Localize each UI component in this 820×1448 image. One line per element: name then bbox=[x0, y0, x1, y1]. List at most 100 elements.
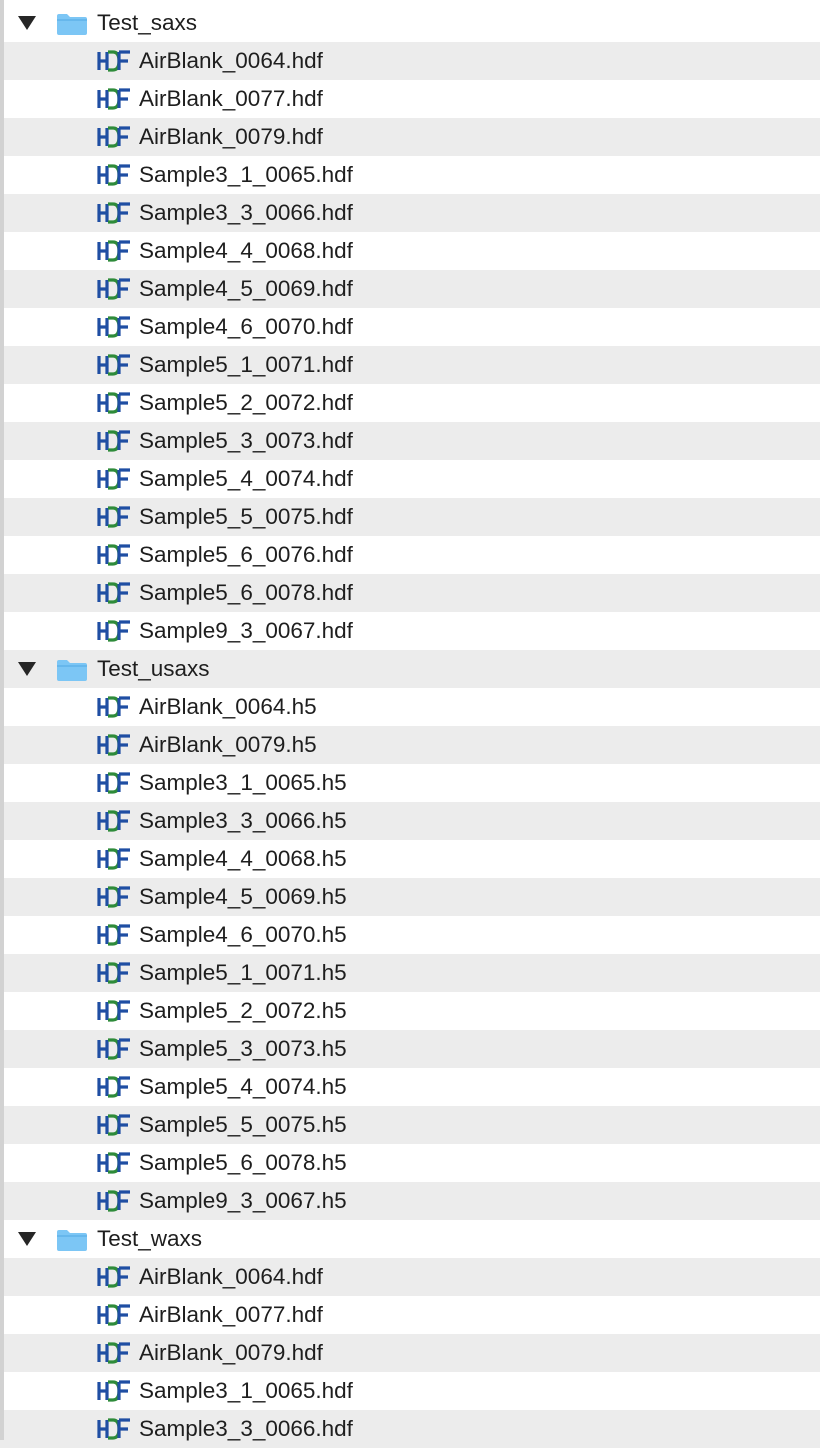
hdf-file-icon bbox=[97, 962, 130, 984]
hdf-file-icon bbox=[97, 1380, 130, 1402]
file-row[interactable]: AirBlank_0079.hdf bbox=[0, 118, 820, 156]
file-name: Sample3_3_0066.hdf bbox=[139, 200, 353, 225]
file-name: Sample5_5_0075.h5 bbox=[139, 1112, 347, 1137]
file-name: Sample5_4_0074.h5 bbox=[139, 1074, 347, 1099]
folder-icon bbox=[57, 660, 87, 681]
hdf-file-icon bbox=[97, 886, 130, 908]
file-row[interactable]: Sample4_4_0068.h5 bbox=[0, 840, 820, 878]
file-row[interactable]: Sample5_3_0073.hdf bbox=[0, 422, 820, 460]
file-row[interactable]: AirBlank_0064.h5 bbox=[0, 688, 820, 726]
file-row[interactable]: Sample5_3_0073.h5 bbox=[0, 1030, 820, 1068]
file-row[interactable]: Sample3_3_0066.h5 bbox=[0, 802, 820, 840]
file-name: Sample5_1_0071.h5 bbox=[139, 960, 347, 985]
hdf-file-icon bbox=[97, 544, 130, 566]
disclosure-triangle-icon[interactable] bbox=[18, 1232, 36, 1246]
hdf-file-icon bbox=[97, 354, 130, 376]
hdf-file-icon bbox=[97, 202, 130, 224]
file-name: Sample9_3_0067.h5 bbox=[139, 1188, 347, 1213]
file-row[interactable]: Sample5_1_0071.h5 bbox=[0, 954, 820, 992]
hdf-file-icon bbox=[97, 126, 130, 148]
file-row[interactable]: Sample3_3_0066.hdf bbox=[0, 1410, 820, 1448]
disclosure-triangle-icon[interactable] bbox=[18, 662, 36, 676]
file-name: Sample5_3_0073.h5 bbox=[139, 1036, 347, 1061]
hdf-file-icon bbox=[97, 1038, 130, 1060]
file-row[interactable]: Sample4_4_0068.hdf bbox=[0, 232, 820, 270]
file-name: AirBlank_0079.hdf bbox=[139, 124, 323, 149]
file-row[interactable]: Sample5_1_0071.hdf bbox=[0, 346, 820, 384]
file-name: Sample3_1_0065.hdf bbox=[139, 162, 353, 187]
folder-name: Test_waxs bbox=[97, 1226, 203, 1251]
file-name: Sample4_4_0068.h5 bbox=[139, 846, 347, 871]
file-row[interactable]: Sample3_1_0065.hdf bbox=[0, 156, 820, 194]
hdf-file-icon bbox=[97, 1114, 130, 1136]
hdf-file-icon bbox=[97, 1342, 130, 1364]
file-row[interactable]: Sample5_2_0072.h5 bbox=[0, 992, 820, 1030]
hdf-file-icon bbox=[97, 924, 130, 946]
file-name: AirBlank_0064.hdf bbox=[139, 1264, 323, 1289]
folder-icon bbox=[57, 14, 87, 35]
file-row[interactable]: Sample3_1_0065.hdf bbox=[0, 1372, 820, 1410]
file-row[interactable]: AirBlank_0064.hdf bbox=[0, 1258, 820, 1296]
hdf-file-icon bbox=[97, 772, 130, 794]
hdf-file-icon bbox=[97, 1304, 130, 1326]
hdf-file-icon bbox=[97, 1152, 130, 1174]
file-row[interactable]: Sample9_3_0067.h5 bbox=[0, 1182, 820, 1220]
folder-name: Test_saxs bbox=[97, 10, 198, 35]
disclosure-triangle-icon[interactable] bbox=[18, 16, 36, 30]
file-name: Sample3_1_0065.hdf bbox=[139, 1378, 353, 1403]
file-row[interactable]: AirBlank_0079.h5 bbox=[0, 726, 820, 764]
file-name: AirBlank_0077.hdf bbox=[139, 86, 323, 111]
folder-row[interactable]: Test_saxs bbox=[0, 4, 820, 42]
file-name: AirBlank_0064.hdf bbox=[139, 48, 323, 73]
hdf-file-icon bbox=[97, 1000, 130, 1022]
file-row[interactable]: Sample5_6_0076.hdf bbox=[0, 536, 820, 574]
file-row[interactable]: AirBlank_0079.hdf bbox=[0, 1334, 820, 1372]
file-name: Sample4_6_0070.hdf bbox=[139, 314, 353, 339]
hdf-file-icon bbox=[97, 810, 130, 832]
hdf-file-icon bbox=[97, 88, 130, 110]
file-row[interactable]: Sample4_5_0069.hdf bbox=[0, 270, 820, 308]
hdf-file-icon bbox=[97, 316, 130, 338]
file-row[interactable]: Sample5_4_0074.h5 bbox=[0, 1068, 820, 1106]
file-name: Sample3_1_0065.h5 bbox=[139, 770, 347, 795]
file-row[interactable]: Sample4_6_0070.hdf bbox=[0, 308, 820, 346]
hdf-file-icon bbox=[97, 240, 130, 262]
file-row[interactable]: Sample5_6_0078.hdf bbox=[0, 574, 820, 612]
file-row[interactable]: Sample5_5_0075.h5 bbox=[0, 1106, 820, 1144]
file-name: Sample5_6_0078.h5 bbox=[139, 1150, 347, 1175]
file-browser-tree: Test_saxs AirBlank_0064.hdf AirBlank_0077.… bbox=[0, 4, 820, 1448]
file-name: Sample4_5_0069.hdf bbox=[139, 276, 353, 301]
folder-row[interactable]: Test_waxs bbox=[0, 1220, 820, 1258]
hdf-file-icon bbox=[97, 468, 130, 490]
file-name: Sample4_4_0068.hdf bbox=[139, 238, 353, 263]
file-name: Sample4_5_0069.h5 bbox=[139, 884, 347, 909]
hdf-file-icon bbox=[97, 164, 130, 186]
file-name: Sample5_1_0071.hdf bbox=[139, 352, 353, 377]
file-row[interactable]: Sample4_5_0069.h5 bbox=[0, 878, 820, 916]
file-name: Sample5_4_0074.hdf bbox=[139, 466, 353, 491]
hdf-file-icon bbox=[97, 278, 130, 300]
window-left-edge bbox=[0, 0, 4, 1440]
file-row[interactable]: Sample5_5_0075.hdf bbox=[0, 498, 820, 536]
hdf-file-icon bbox=[97, 1190, 130, 1212]
file-row[interactable]: Sample5_2_0072.hdf bbox=[0, 384, 820, 422]
hdf-file-icon bbox=[97, 1266, 130, 1288]
file-row[interactable]: Sample5_6_0078.h5 bbox=[0, 1144, 820, 1182]
hdf-file-icon bbox=[97, 696, 130, 718]
file-row[interactable]: AirBlank_0077.hdf bbox=[0, 1296, 820, 1334]
folder-row[interactable]: Test_usaxs bbox=[0, 650, 820, 688]
file-row[interactable]: Sample3_1_0065.h5 bbox=[0, 764, 820, 802]
file-row[interactable]: Sample9_3_0067.hdf bbox=[0, 612, 820, 650]
file-name: Sample5_5_0075.hdf bbox=[139, 504, 353, 529]
file-row[interactable]: Sample3_3_0066.hdf bbox=[0, 194, 820, 232]
file-name: Sample5_2_0072.h5 bbox=[139, 998, 347, 1023]
file-row[interactable]: Sample4_6_0070.h5 bbox=[0, 916, 820, 954]
file-row[interactable]: AirBlank_0077.hdf bbox=[0, 80, 820, 118]
file-row[interactable]: Sample5_4_0074.hdf bbox=[0, 460, 820, 498]
folder-icon bbox=[57, 1230, 87, 1251]
hdf-file-icon bbox=[97, 1076, 130, 1098]
file-name: Sample5_2_0072.hdf bbox=[139, 390, 353, 415]
file-name: Sample3_3_0066.h5 bbox=[139, 808, 347, 833]
file-name: Sample5_6_0076.hdf bbox=[139, 542, 353, 567]
file-row[interactable]: AirBlank_0064.hdf bbox=[0, 42, 820, 80]
